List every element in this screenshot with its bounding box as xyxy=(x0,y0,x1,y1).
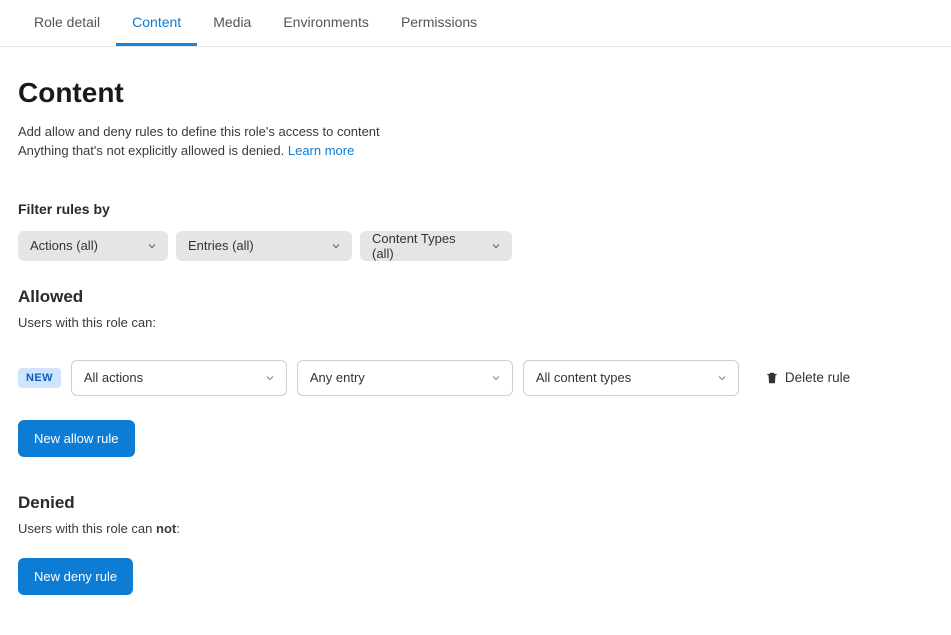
denied-subtext-prefix: Users with this role can xyxy=(18,521,156,536)
tab-content[interactable]: Content xyxy=(116,0,197,46)
delete-rule-label: Delete rule xyxy=(785,370,850,385)
new-deny-rule-button[interactable]: New deny rule xyxy=(18,558,133,595)
allow-rule-row: NEW All actions Any entry All content ty… xyxy=(18,360,933,396)
filter-label: Filter rules by xyxy=(18,201,933,217)
tab-role-detail[interactable]: Role detail xyxy=(18,0,116,46)
filter-entries-value: Entries (all) xyxy=(188,238,254,253)
rule-content-types-value: All content types xyxy=(536,370,631,385)
rule-actions-select[interactable]: All actions xyxy=(71,360,287,396)
tab-environments[interactable]: Environments xyxy=(267,0,385,46)
page-title: Content xyxy=(18,77,933,109)
chevron-down-icon xyxy=(146,240,158,252)
page-content: Content Add allow and deny rules to defi… xyxy=(0,47,951,635)
chevron-down-icon xyxy=(264,372,276,384)
rule-actions-value: All actions xyxy=(84,370,143,385)
tab-permissions[interactable]: Permissions xyxy=(385,0,493,46)
chevron-down-icon xyxy=(490,372,502,384)
chevron-down-icon xyxy=(490,240,502,252)
rule-entry-value: Any entry xyxy=(310,370,365,385)
desc-line-1: Add allow and deny rules to define this … xyxy=(18,123,933,142)
delete-rule-button[interactable]: Delete rule xyxy=(765,370,850,385)
new-badge: NEW xyxy=(18,368,61,388)
filter-actions-value: Actions (all) xyxy=(30,238,98,253)
filter-content-types-value: Content Types (all) xyxy=(372,231,478,261)
desc-line-2-text: Anything that's not explicitly allowed i… xyxy=(18,143,288,158)
allowed-title: Allowed xyxy=(18,287,933,307)
filter-content-types-select[interactable]: Content Types (all) xyxy=(360,231,512,261)
rule-entry-select[interactable]: Any entry xyxy=(297,360,513,396)
filter-row: Actions (all) Entries (all) Content Type… xyxy=(18,231,933,261)
chevron-down-icon xyxy=(330,240,342,252)
tab-media[interactable]: Media xyxy=(197,0,267,46)
new-allow-rule-button[interactable]: New allow rule xyxy=(18,420,135,457)
denied-subtext: Users with this role can not: xyxy=(18,521,933,536)
denied-subtext-suffix: : xyxy=(176,521,180,536)
rule-content-types-select[interactable]: All content types xyxy=(523,360,739,396)
denied-subtext-bold: not xyxy=(156,521,176,536)
allowed-subtext: Users with this role can: xyxy=(18,315,933,330)
denied-title: Denied xyxy=(18,493,933,513)
trash-icon xyxy=(765,371,779,385)
desc-line-2: Anything that's not explicitly allowed i… xyxy=(18,142,933,161)
chevron-down-icon xyxy=(716,372,728,384)
page-description: Add allow and deny rules to define this … xyxy=(18,123,933,161)
filter-actions-select[interactable]: Actions (all) xyxy=(18,231,168,261)
tab-bar: Role detail Content Media Environments P… xyxy=(0,0,951,47)
filter-entries-select[interactable]: Entries (all) xyxy=(176,231,352,261)
learn-more-link[interactable]: Learn more xyxy=(288,143,354,158)
